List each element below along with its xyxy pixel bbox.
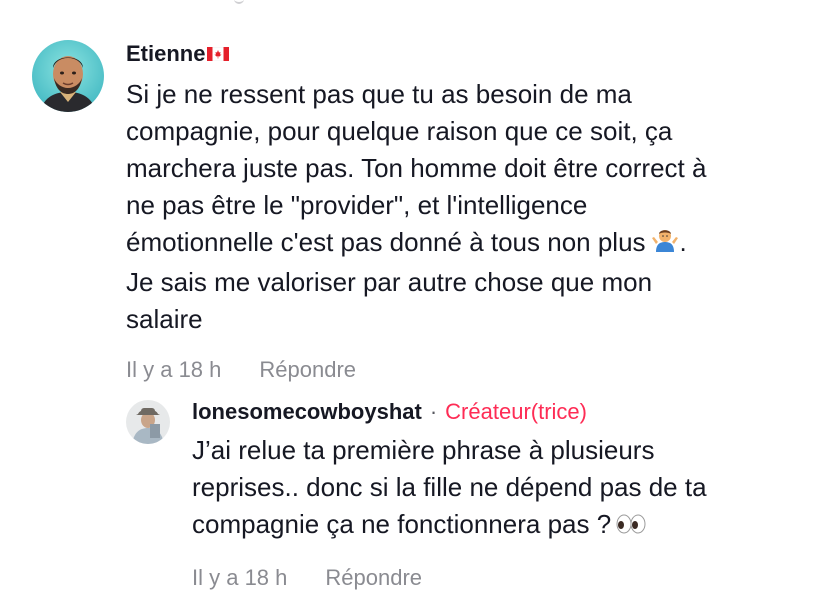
- comment-line: Je sais me valoriser par autre chose que…: [126, 267, 653, 298]
- reply-text: J’ai relue ta première phrase à plusieur…: [192, 432, 752, 545]
- previous-comment-edge: [234, 0, 244, 4]
- reply-line-text: compagnie ça ne fonctionnera pas ?: [192, 509, 612, 539]
- comment-line: ne pas être le "provider", et l'intellig…: [126, 190, 588, 220]
- username[interactable]: Etienne: [126, 40, 205, 68]
- reply-line: compagnie ça ne fonctionnera pas ?: [192, 506, 752, 545]
- comment-meta: Il y a 18 h Répondre: [126, 357, 356, 383]
- separator-dot: ·: [429, 399, 438, 424]
- comment-line-suffix: .: [679, 227, 687, 257]
- comment-item: Etienne Si je ne ressent pas que tu as b…: [32, 40, 812, 338]
- reply-item: lonesomecowboyshat · Créateur(trice) J’a…: [126, 398, 816, 545]
- creator-badge: Créateur(trice): [445, 399, 587, 424]
- comment-line: salaire: [126, 304, 203, 335]
- comment-line: compagnie, pour quelque raison que ce so…: [126, 116, 673, 146]
- timestamp: Il y a 18 h: [192, 565, 288, 590]
- eyes-icon: [615, 508, 647, 545]
- reply-header: lonesomecowboyshat · Créateur(trice): [192, 398, 816, 426]
- man-shrugging-icon: [650, 224, 680, 264]
- username[interactable]: lonesomecowboyshat: [192, 398, 422, 426]
- comment-header: Etienne: [126, 40, 812, 68]
- reply-meta: Il y a 18 h Répondre: [192, 565, 422, 591]
- comment-line: Si je ne ressent pas que tu as besoin de…: [126, 79, 632, 109]
- reply-line: J’ai relue ta première phrase à plusieur…: [192, 435, 655, 465]
- reply-button[interactable]: Répondre: [259, 357, 356, 383]
- timestamp: Il y a 18 h: [126, 357, 222, 382]
- comment-line-text: émotionnelle c'est pas donné à tous non …: [126, 227, 646, 257]
- comment-text: Si je ne ressent pas que tu as besoin de…: [126, 76, 796, 338]
- comment-line: marchera juste pas. Ton homme doit être …: [126, 153, 707, 183]
- avatar[interactable]: [126, 400, 170, 444]
- avatar[interactable]: [32, 40, 104, 112]
- reply-line: reprises.. donc si la fille ne dépend pa…: [192, 472, 707, 502]
- reply-button[interactable]: Répondre: [325, 565, 422, 591]
- canada-flag-icon: [207, 40, 230, 68]
- comment-line: émotionnelle c'est pas donné à tous non …: [126, 224, 796, 264]
